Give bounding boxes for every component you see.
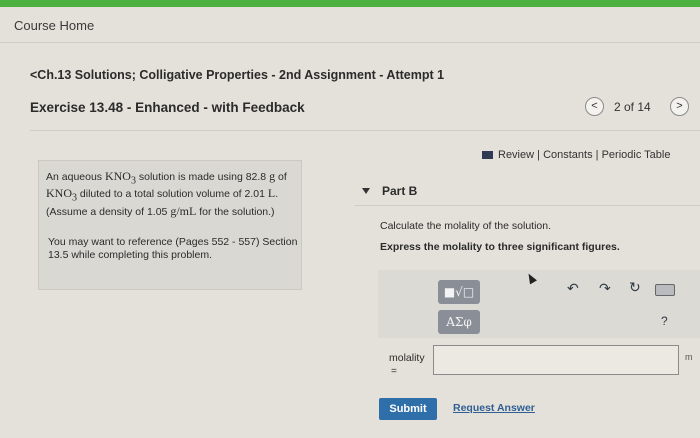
submit-button[interactable]: Submit: [379, 398, 437, 420]
units-label: m: [685, 352, 693, 362]
answer-label: molality: [389, 352, 425, 364]
formula-kno3: KNO3: [46, 186, 77, 204]
periodic-table-link[interactable]: Periodic Table: [602, 149, 671, 161]
redo-icon[interactable]: ↷: [599, 280, 611, 297]
header-divider: [0, 42, 700, 43]
request-answer-link[interactable]: Request Answer: [453, 402, 535, 414]
collapse-caret-icon[interactable]: [362, 188, 370, 194]
part-divider: [355, 205, 700, 206]
formula-kno3: KNO3: [104, 169, 136, 187]
next-button[interactable]: >: [670, 97, 689, 116]
question-text: Calculate the molality of the solution.: [380, 220, 552, 232]
reference-note: You may want to reference (Pages 552 - 5…: [48, 236, 298, 261]
math-toolbar: [378, 270, 700, 338]
book-icon: [482, 151, 493, 160]
help-icon[interactable]: ?: [661, 314, 668, 328]
top-accent-bar: [0, 0, 700, 7]
title-divider: [30, 130, 700, 131]
part-label[interactable]: Part B: [382, 184, 417, 198]
reset-icon[interactable]: ↻: [629, 279, 641, 296]
molality-input[interactable]: [433, 345, 679, 375]
course-home-link[interactable]: Course Home: [14, 18, 94, 33]
separator: |: [592, 149, 602, 161]
resources-bar: Review | Constants | Periodic Table: [482, 149, 670, 161]
breadcrumb[interactable]: <Ch.13 Solutions; Colligative Properties…: [30, 68, 444, 82]
undo-icon[interactable]: ↶: [567, 280, 579, 297]
greek-symbols-button[interactable]: ΑΣφ: [438, 310, 480, 334]
page-title: Exercise 13.48 - Enhanced - with Feedbac…: [30, 100, 305, 115]
keyboard-icon[interactable]: [655, 284, 675, 296]
answer-equals: =: [391, 366, 397, 377]
previous-button[interactable]: <: [585, 97, 604, 116]
pager-count: 2 of 14: [614, 100, 651, 114]
separator: |: [534, 149, 544, 161]
constants-link[interactable]: Constants: [543, 149, 593, 161]
template-button[interactable]: ■√□: [438, 280, 480, 304]
instruction-text: Express the molality to three significan…: [380, 241, 620, 253]
problem-statement: An aqueous KNO3 solution is made using 8…: [46, 169, 287, 218]
review-link[interactable]: Review: [498, 149, 534, 161]
